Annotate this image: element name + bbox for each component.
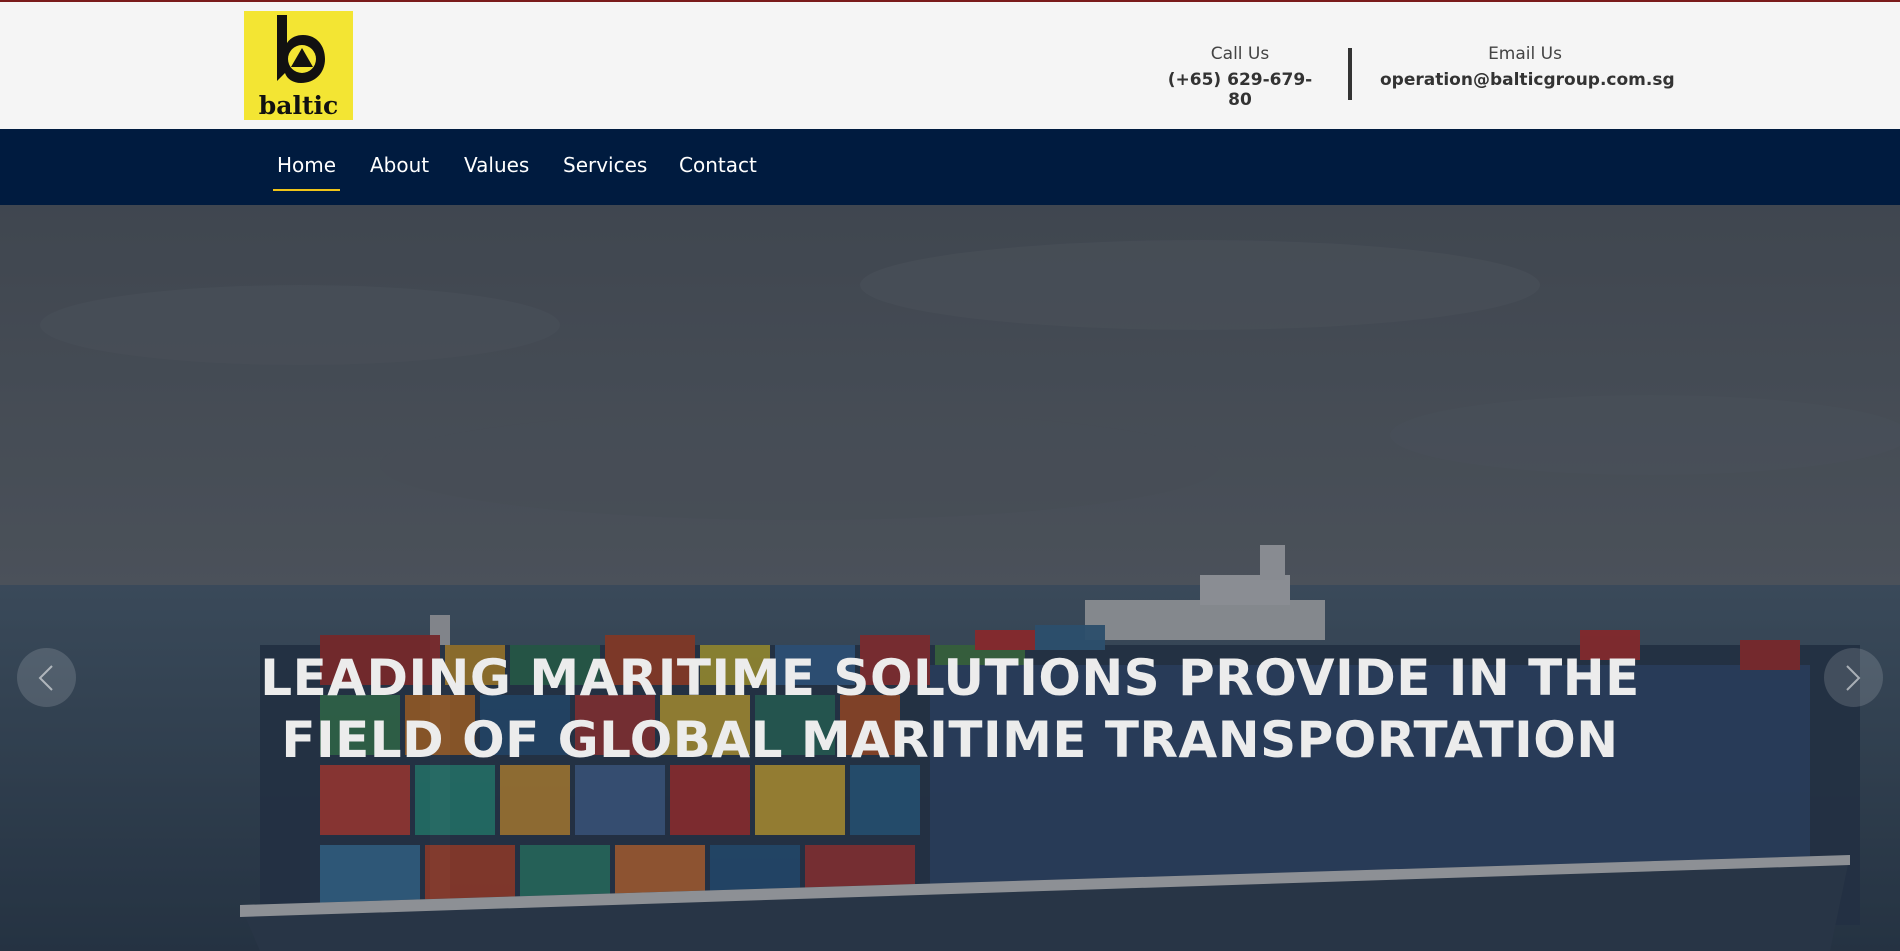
site-header: baltic Call Us (+65) 629-679-80 Email Us…	[0, 2, 1900, 129]
hero-slider: LEADING MARITIME SOLUTIONS PROVIDE IN TH…	[0, 205, 1900, 951]
chevron-left-icon	[38, 665, 53, 691]
email-address[interactable]: operation@balticgroup.com.sg	[1380, 70, 1675, 90]
main-nav: Home About Values Services Contact	[0, 129, 1900, 205]
slider-prev-button[interactable]	[17, 648, 76, 707]
chevron-right-icon	[1846, 665, 1861, 691]
email-us-label: Email Us	[1488, 44, 1562, 64]
hero-headline: LEADING MARITIME SOLUTIONS PROVIDE IN TH…	[190, 647, 1710, 771]
nav-values[interactable]: Values	[464, 153, 529, 177]
logo-mark-icon	[277, 15, 325, 83]
call-us-label: Call Us	[1210, 44, 1270, 64]
hero-dark-overlay	[0, 205, 1900, 951]
hero-headline-line1: LEADING MARITIME SOLUTIONS PROVIDE IN TH…	[260, 649, 1640, 707]
baltic-logo[interactable]: baltic	[244, 11, 353, 120]
nav-home[interactable]: Home	[272, 153, 341, 191]
nav-about[interactable]: About	[370, 153, 429, 177]
logo-wordmark: baltic	[258, 91, 339, 120]
email-us-block: Email Us operation@balticgroup.com.sg	[1380, 44, 1675, 90]
contact-divider	[1348, 48, 1352, 100]
call-us-block: Call Us (+65) 629-679-80	[1160, 44, 1320, 110]
phone-number[interactable]: (+65) 629-679-80	[1160, 70, 1320, 110]
slider-next-button[interactable]	[1824, 648, 1883, 707]
nav-contact[interactable]: Contact	[679, 153, 757, 177]
nav-services[interactable]: Services	[563, 153, 647, 177]
hero-headline-line2: FIELD OF GLOBAL MARITIME TRANSPORTATION	[281, 711, 1619, 769]
